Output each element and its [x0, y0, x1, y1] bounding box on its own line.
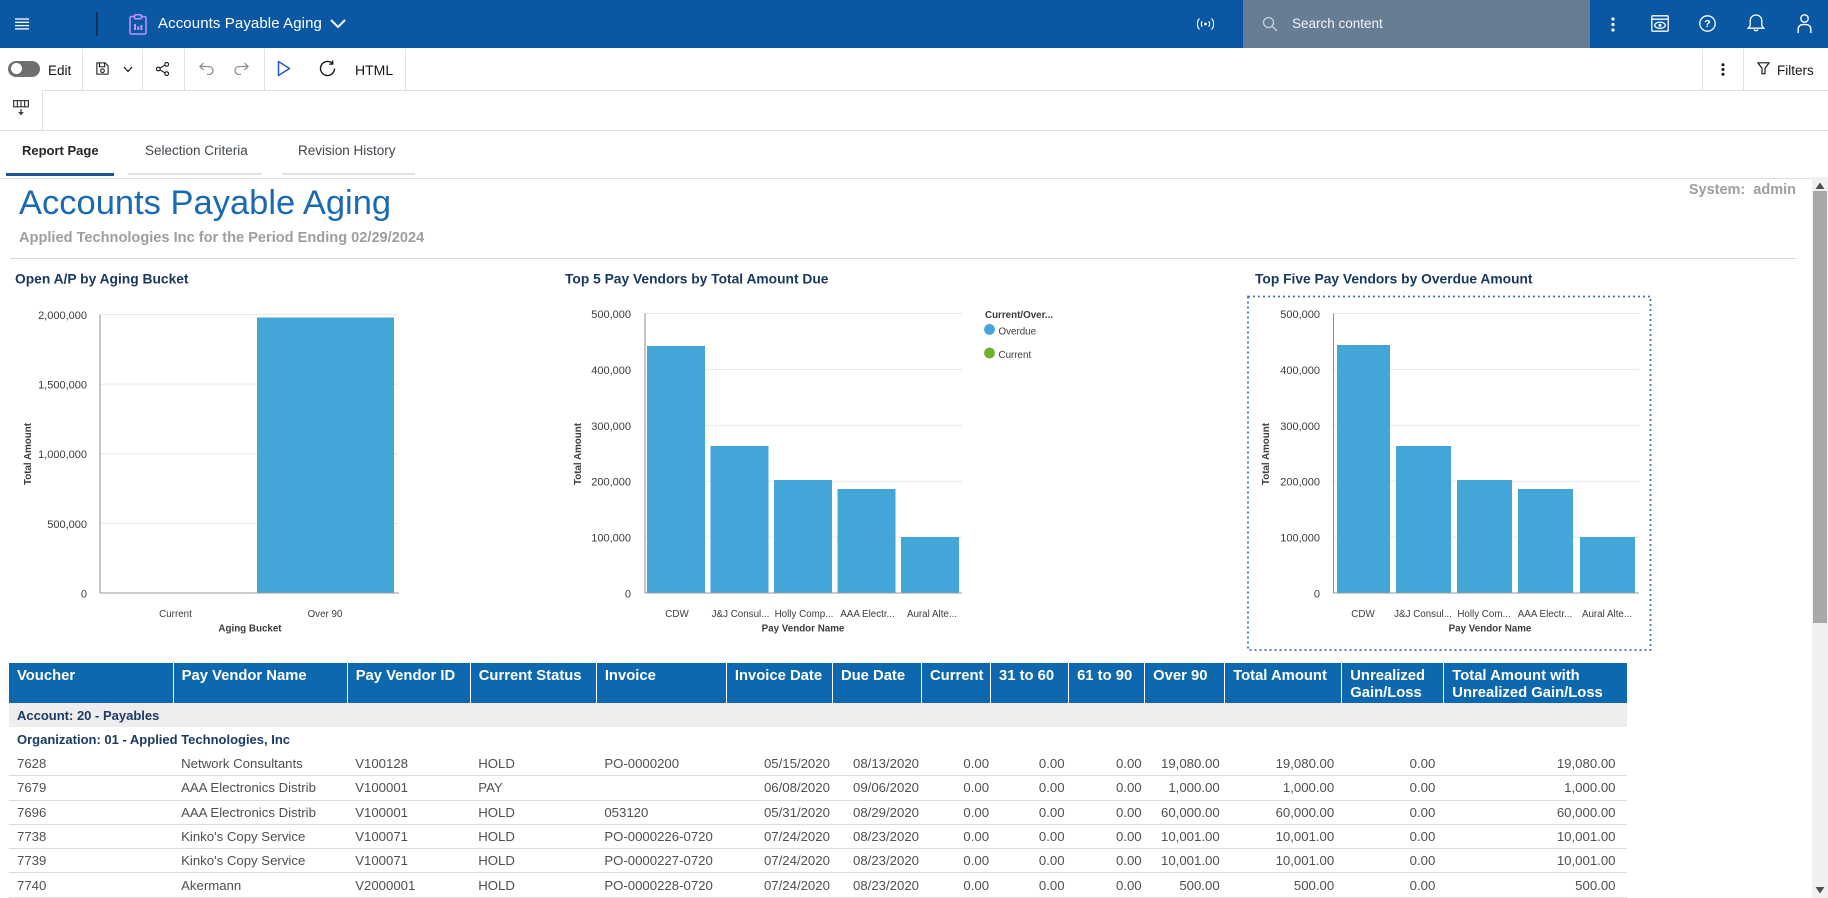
svg-text:300,000: 300,000: [591, 421, 631, 433]
svg-text:Holly Com...: Holly Com...: [1457, 609, 1510, 620]
svg-text:500,000: 500,000: [591, 309, 631, 321]
svg-text:2,000,000: 2,000,000: [38, 310, 87, 322]
svg-text:1,000,000: 1,000,000: [38, 449, 87, 461]
svg-text:CDW: CDW: [665, 609, 689, 620]
svg-text:400,000: 400,000: [1280, 365, 1320, 377]
svg-text:AAA Electr...: AAA Electr...: [840, 609, 894, 620]
svg-text:0: 0: [81, 589, 87, 601]
svg-text:J&J Consul...: J&J Consul...: [712, 609, 770, 620]
svg-text:Total Amount: Total Amount: [573, 422, 584, 485]
svg-text:?: ?: [1704, 18, 1710, 30]
svg-text:300,000: 300,000: [1280, 421, 1320, 433]
svg-text:0: 0: [1314, 589, 1320, 601]
svg-text:100,000: 100,000: [1280, 533, 1320, 545]
svg-text:Holly Comp...: Holly Comp...: [775, 609, 834, 620]
svg-text:400,000: 400,000: [591, 365, 631, 377]
svg-text:Open A/P by Aging Bucket: Open A/P by Aging Bucket: [15, 272, 189, 287]
svg-text:Over 90: Over 90: [308, 609, 343, 620]
svg-text:Total Amount: Total Amount: [23, 422, 34, 485]
svg-text:500,000: 500,000: [47, 519, 87, 531]
svg-text:Current: Current: [999, 350, 1032, 361]
svg-text:CDW: CDW: [1351, 609, 1375, 620]
svg-text:AAA Electr...: AAA Electr...: [1518, 609, 1572, 620]
svg-text:200,000: 200,000: [1280, 477, 1320, 489]
svg-text:500,000: 500,000: [1280, 309, 1320, 321]
svg-text:200,000: 200,000: [591, 477, 631, 489]
svg-text:Overdue: Overdue: [999, 326, 1037, 337]
svg-text:Aural Alte...: Aural Alte...: [1582, 609, 1632, 620]
svg-text:Top Five Pay Vendors by Overdu: Top Five Pay Vendors by Overdue Amount: [1255, 272, 1533, 287]
svg-text:Pay Vendor Name: Pay Vendor Name: [762, 624, 845, 635]
svg-text:Total Amount: Total Amount: [1261, 422, 1272, 485]
svg-text:Pay Vendor Name: Pay Vendor Name: [1449, 624, 1532, 635]
svg-text:0: 0: [625, 589, 631, 601]
svg-text:J&J Consul...: J&J Consul...: [1394, 609, 1452, 620]
svg-text:Current/Over...: Current/Over...: [985, 310, 1053, 321]
svg-text:100,000: 100,000: [591, 533, 631, 545]
svg-text:1,500,000: 1,500,000: [38, 380, 87, 392]
svg-text:Top 5 Pay Vendors by Total Amo: Top 5 Pay Vendors by Total Amount Due: [565, 272, 829, 287]
svg-text:Aural Alte...: Aural Alte...: [907, 609, 957, 620]
svg-text:Aging Bucket: Aging Bucket: [218, 624, 282, 635]
svg-text:Current: Current: [159, 609, 192, 620]
